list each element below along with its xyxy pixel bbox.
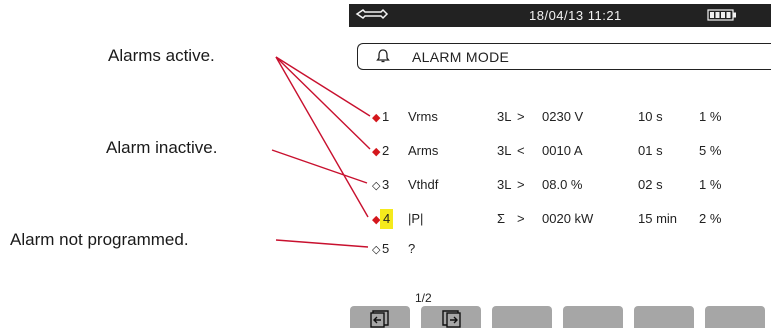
leader-line-alarm-1 [275,56,371,117]
callout-lines [271,56,371,248]
leader-line-alarm-4 [275,56,369,218]
leader-line-alarm-unprogrammed [275,239,369,248]
leader-line-alarm-inactive [271,149,368,184]
leader-line-alarm-2 [275,56,371,150]
